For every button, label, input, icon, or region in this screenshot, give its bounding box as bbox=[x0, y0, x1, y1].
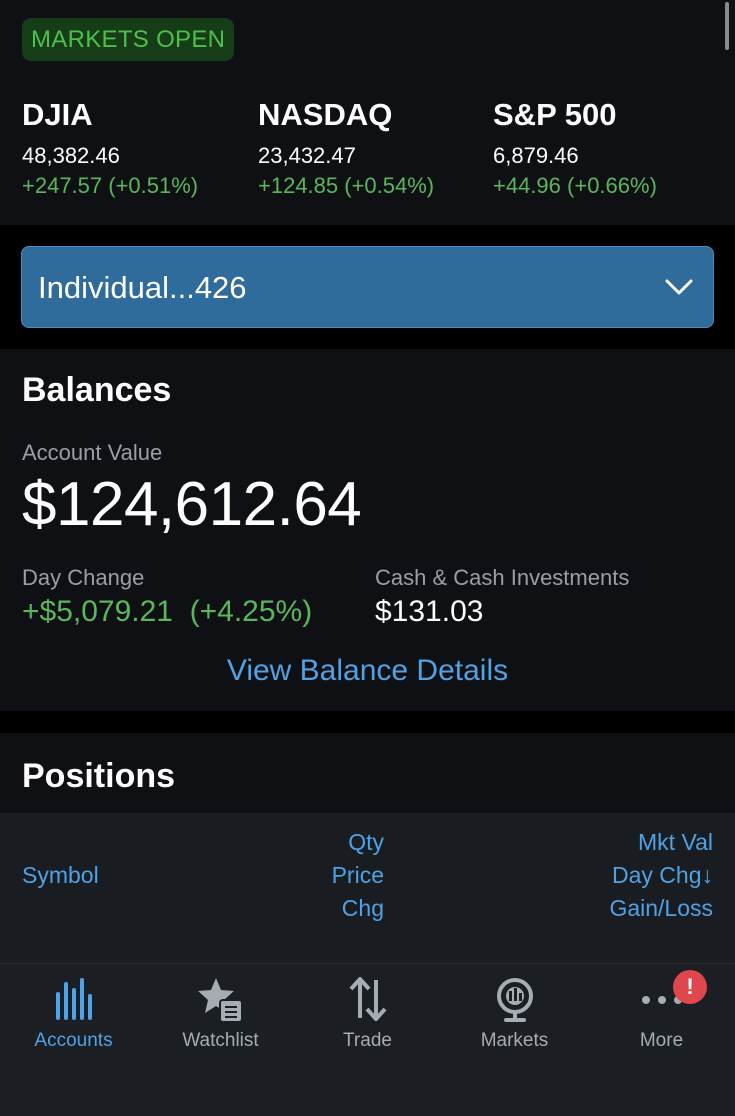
view-balance-details-link[interactable]: View Balance Details bbox=[0, 654, 735, 688]
index-value: 6,879.46 bbox=[493, 143, 579, 168]
notification-badge: ! bbox=[673, 970, 707, 1004]
tab-markets[interactable]: Markets bbox=[441, 964, 588, 1084]
tab-label: Watchlist bbox=[182, 1030, 259, 1051]
index-name: NASDAQ bbox=[258, 97, 393, 132]
index-change: +44.96 (+0.66%) bbox=[493, 173, 657, 198]
up-down-arrows-icon bbox=[349, 977, 386, 1021]
account-value: $124,612.64 bbox=[22, 470, 362, 539]
index-name: DJIA bbox=[22, 97, 93, 132]
account-selector[interactable]: Individual...426 bbox=[21, 246, 714, 328]
index-name: S&P 500 bbox=[493, 97, 617, 132]
index-djia[interactable]: DJIA 48,382.46 +247.57 (+0.51%) bbox=[22, 95, 252, 199]
column-symbol[interactable]: Symbol bbox=[22, 859, 99, 892]
balances-section: Balances Account Value $124,612.64 Day C… bbox=[0, 349, 735, 711]
column-chg[interactable]: Chg bbox=[342, 892, 384, 925]
tab-bar: Accounts Watchlist Trade Markets More bbox=[0, 963, 735, 1116]
column-mkt-val[interactable]: Mkt Val bbox=[638, 826, 713, 859]
tab-label: More bbox=[639, 1030, 684, 1051]
day-change-value: +$5,079.21 (+4.25%) bbox=[22, 595, 313, 628]
tab-more[interactable]: More bbox=[588, 964, 735, 1084]
index-change: +247.57 (+0.51%) bbox=[22, 173, 199, 198]
index-value: 23,432.47 bbox=[258, 143, 356, 168]
globe-icon bbox=[496, 978, 533, 1022]
positions-table-header: Symbol Qty Price Chg Mkt Val Day Chg↓ Ga… bbox=[0, 813, 735, 965]
tab-trade[interactable]: Trade bbox=[294, 964, 441, 1084]
positions-title: Positions bbox=[22, 757, 176, 795]
column-price[interactable]: Price bbox=[332, 859, 384, 892]
index-sp500[interactable]: S&P 500 6,879.46 +44.96 (+0.66%) bbox=[493, 95, 723, 199]
star-list-icon bbox=[197, 978, 243, 1023]
tab-label: Trade bbox=[343, 1030, 392, 1051]
tab-label: Markets bbox=[480, 1030, 549, 1051]
column-day-chg[interactable]: Day Chg↓ bbox=[612, 859, 713, 892]
account-selector-label: Individual...426 bbox=[38, 270, 247, 305]
cash-label: Cash & Cash Investments bbox=[375, 565, 630, 590]
index-nasdaq[interactable]: NASDAQ 23,432.47 +124.85 (+0.54%) bbox=[258, 95, 488, 199]
tab-label: Accounts bbox=[34, 1030, 113, 1051]
market-status-badge: MARKETS OPEN bbox=[22, 18, 235, 61]
column-gain-loss[interactable]: Gain/Loss bbox=[609, 892, 713, 925]
index-value: 48,382.46 bbox=[22, 143, 120, 168]
bar-chart-icon bbox=[55, 978, 92, 1020]
tab-watchlist[interactable]: Watchlist bbox=[147, 964, 294, 1084]
account-value-label: Account Value bbox=[22, 440, 163, 465]
day-change-label: Day Change bbox=[22, 565, 145, 590]
positions-section: Positions bbox=[0, 733, 735, 813]
market-summary: MARKETS OPEN DJIA 48,382.46 +247.57 (+0.… bbox=[0, 0, 735, 225]
cash-value: $131.03 bbox=[375, 595, 484, 628]
column-qty[interactable]: Qty bbox=[348, 826, 384, 859]
index-change: +124.85 (+0.54%) bbox=[258, 173, 435, 198]
scrollbar[interactable] bbox=[725, 2, 729, 50]
tab-accounts[interactable]: Accounts bbox=[0, 964, 147, 1084]
chevron-down-icon bbox=[665, 279, 693, 295]
balances-title: Balances bbox=[22, 371, 172, 409]
